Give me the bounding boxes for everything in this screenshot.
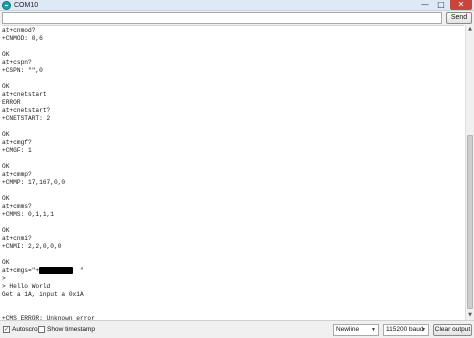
show-timestamp-label: Show timestamp	[47, 326, 96, 333]
chevron-down-icon: ▼	[371, 327, 376, 333]
title-bar: COM10 — □ ✕	[0, 0, 474, 11]
chevron-down-icon: ▼	[421, 327, 426, 333]
show-timestamp-checkbox[interactable]	[38, 326, 45, 333]
line-ending-select[interactable]: Newline ▼	[333, 324, 379, 336]
window-title: COM10	[14, 2, 39, 9]
scroll-down-arrow-icon[interactable]: ▼	[466, 311, 474, 320]
output-line: +CMMP: 17,167,0,0	[2, 179, 66, 186]
arduino-icon	[2, 1, 11, 10]
scroll-up-arrow-icon[interactable]: ▲	[466, 25, 474, 34]
output-line: +CNMOD: 0,6	[2, 35, 43, 42]
vertical-scrollbar[interactable]: ▲ ▼	[465, 25, 474, 320]
line-ending-value: Newline	[336, 326, 360, 333]
serial-output[interactable]: at+cnmod? +CNMOD: 0,6 OK at+cspn? +CSPN: "",…	[2, 25, 464, 320]
bottom-toolbar: ✓ Autoscroll Show timestamp Newline ▼ 11…	[0, 320, 474, 338]
output-line: +CMGF: 1	[2, 147, 32, 154]
serial-input[interactable]	[2, 12, 442, 24]
output-line: +CNMI: 2,2,0,0,0	[2, 243, 62, 250]
output-line: +CMMS: 0,1,1,1	[2, 211, 54, 218]
redaction-box	[39, 267, 73, 274]
output-line: +CNETSTART: 2	[2, 115, 51, 122]
clear-output-button[interactable]: Clear output	[433, 324, 472, 336]
autoscroll-label: Autoscroll	[12, 326, 41, 333]
maximize-button[interactable]: □	[434, 0, 448, 10]
baud-rate-value: 115200 baud	[386, 326, 424, 333]
autoscroll-checkbox[interactable]: ✓	[3, 326, 10, 333]
baud-rate-select[interactable]: 115200 baud ▼	[383, 324, 429, 336]
close-button[interactable]: ✕	[450, 0, 472, 10]
send-button[interactable]: Send	[446, 12, 472, 24]
scrollbar-thumb[interactable]	[467, 135, 473, 309]
command-bar: Send	[0, 11, 474, 25]
output-line: +CSPN: "",0	[2, 67, 43, 74]
output-line: Get a 1A, input a 0x1A	[2, 291, 84, 298]
minimize-button[interactable]: —	[418, 0, 432, 10]
